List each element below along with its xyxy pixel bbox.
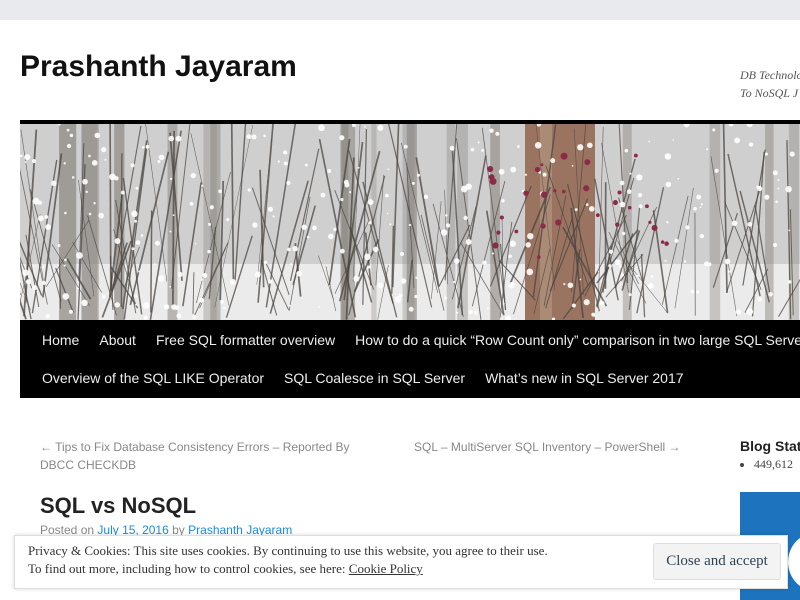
main-navigation: Home About Free SQL formatter overview H… bbox=[20, 320, 800, 398]
cookie-line2: To find out more, including how to contr… bbox=[28, 560, 548, 578]
cookie-policy-link[interactable]: Cookie Policy bbox=[349, 561, 423, 576]
blog-stats-hits: 449,612 bbox=[754, 457, 793, 472]
next-post-text[interactable]: SQL – MultiServer SQL Inventory – PowerS… bbox=[414, 440, 681, 454]
widget-circle-shape bbox=[788, 532, 800, 592]
cookie-line2-prefix: To find out more, including how to contr… bbox=[28, 561, 346, 576]
site-description: DB Technolo To NoSQL J bbox=[740, 66, 800, 102]
entry-title: SQL vs NoSQL bbox=[40, 493, 197, 518]
previous-post-link: ← Tips to Fix Database Consistency Error… bbox=[40, 438, 370, 474]
close-and-accept-button[interactable]: Close and accept bbox=[653, 543, 781, 580]
next-post-link: SQL – MultiServer SQL Inventory – PowerS… bbox=[414, 438, 694, 456]
previous-post-line1[interactable]: ← Tips to Fix Database Consistency Error… bbox=[40, 440, 349, 454]
blog-stats-title: Blog Stats bbox=[740, 438, 800, 454]
page: Prashanth Jayaram DB Technolo To NoSQL J… bbox=[0, 20, 800, 600]
cookie-line1: Privacy & Cookies: This site uses cookie… bbox=[28, 543, 548, 558]
nav-item-home[interactable]: Home bbox=[20, 321, 89, 359]
site-title[interactable]: Prashanth Jayaram bbox=[20, 50, 297, 84]
nav-item-about[interactable]: About bbox=[89, 321, 146, 359]
header-image bbox=[20, 120, 800, 324]
nav-row-1: Home About Free SQL formatter overview H… bbox=[20, 321, 800, 359]
previous-post-line2[interactable]: DBCC CHECKDB bbox=[40, 458, 136, 472]
nav-row-2: Overview of the SQL LIKE Operator SQL Co… bbox=[20, 359, 694, 397]
nav-item-sql-coalesce[interactable]: SQL Coalesce in SQL Server bbox=[274, 359, 475, 397]
nav-item-sql-formatter[interactable]: Free SQL formatter overview bbox=[146, 321, 345, 359]
site-description-line1: DB Technolo bbox=[740, 68, 800, 82]
blog-stats-list: 449,612 bbox=[740, 457, 793, 472]
nav-item-sql-like[interactable]: Overview of the SQL LIKE Operator bbox=[20, 359, 274, 397]
cookie-text: Privacy & Cookies: This site uses cookie… bbox=[28, 542, 548, 578]
site-description-line2: To NoSQL J bbox=[740, 86, 799, 100]
nav-item-row-count-comparison[interactable]: How to do a quick “Row Count only” compa… bbox=[345, 321, 800, 359]
nav-item-sql-2017[interactable]: What’s new in SQL Server 2017 bbox=[475, 359, 693, 397]
cookie-banner: Privacy & Cookies: This site uses cookie… bbox=[14, 535, 788, 589]
